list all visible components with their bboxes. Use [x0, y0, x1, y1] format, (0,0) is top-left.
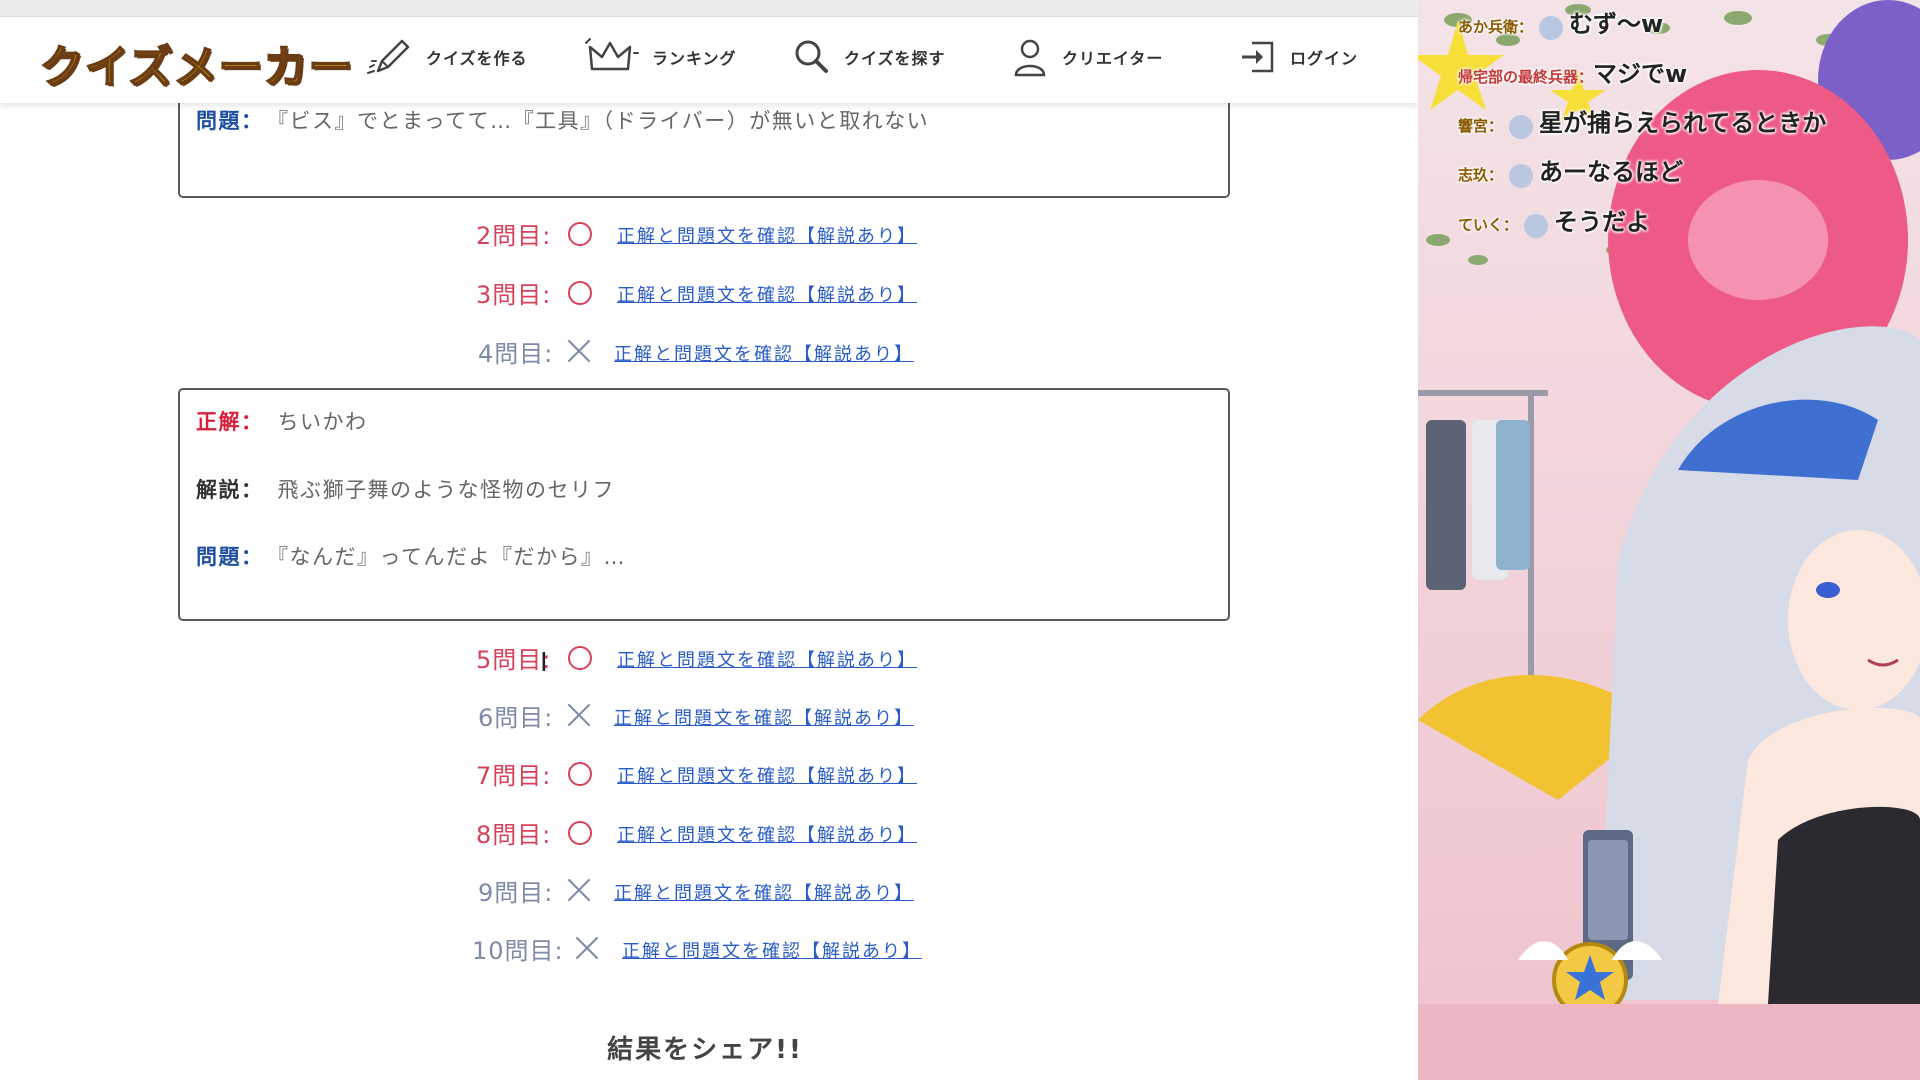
correct-circle-icon — [568, 762, 592, 786]
correct-circle-icon — [568, 646, 592, 670]
nav-creator[interactable]: クリエイター — [1010, 35, 1163, 79]
nav-ranking-label: ランキング — [652, 49, 737, 68]
chat-avatar — [1509, 163, 1534, 188]
question-number: 4問目: — [478, 340, 554, 368]
quiz-site-window: クイズメーカー クイズを作る ランキング クイズを探す クリエイター ログイン … — [0, 0, 1418, 1080]
chat-username: ていく： — [1458, 216, 1519, 234]
chat-avatar — [1524, 213, 1549, 238]
incorrect-cross-icon — [574, 935, 600, 961]
chat-username: あか兵衛： — [1458, 18, 1534, 36]
chat-message: 響宮： 星が捕らえられてるときか — [1458, 103, 1826, 139]
check-answer-link[interactable]: 正解と問題文を確認【解説あり】 — [614, 704, 914, 730]
chat-text: マジでw — [1593, 60, 1688, 88]
nav-create-quiz-label: クイズを作る — [426, 49, 528, 68]
check-answer-link[interactable]: 正解と問題文を確認【解説あり】 — [614, 879, 914, 905]
text-cursor-icon: I — [540, 648, 548, 678]
chat-text: 星が捕らえられてるときか — [1539, 109, 1827, 137]
chat-message: ていく： そうだよ — [1458, 202, 1650, 238]
result-row-3: 3問目: 正解と問題文を確認【解説あり】 — [0, 275, 1418, 311]
check-answer-link[interactable]: 正解と問題文を確認【解説あり】 — [614, 340, 914, 366]
chat-message: あか兵衛： むず～w — [1458, 4, 1663, 40]
nav-find-quiz[interactable]: クイズを探す — [792, 35, 946, 79]
nav-ranking[interactable]: ランキング — [584, 35, 737, 79]
question-number: 10問目: — [472, 937, 564, 965]
question-row: 問題： 『ビス』でとまってて…『工具』（ドライバー）が無いと取れない — [196, 105, 929, 135]
chat-message: 帰宅部の最終兵器：マジでw — [1458, 54, 1687, 89]
check-answer-link[interactable]: 正解と問題文を確認【解説あり】 — [617, 222, 917, 248]
chat-message: 志玖： あーなるほど — [1458, 152, 1683, 188]
nav-login-label: ログイン — [1290, 49, 1359, 68]
chat-username: 志玖： — [1458, 166, 1504, 184]
result-row-4: 4問目: 正解と問題文を確認【解説あり】 — [0, 334, 1418, 370]
question-label: 問題： — [196, 109, 264, 133]
share-results-heading[interactable]: 結果をシェア!! — [0, 1029, 1410, 1066]
chat-avatar — [1509, 114, 1534, 139]
result-row-7: 7問目: 正解と問題文を確認【解説あり】 — [0, 756, 1418, 792]
question-number: 7問目: — [476, 762, 552, 790]
result-row-6: 6問目: 正解と問題文を確認【解説あり】 — [0, 698, 1418, 734]
check-answer-link[interactable]: 正解と問題文を確認【解説あり】 — [622, 937, 922, 963]
correct-circle-icon — [568, 281, 592, 305]
incorrect-cross-icon — [566, 338, 592, 364]
result-row-10: 10問目: 正解と問題文を確認【解説あり】 — [0, 931, 1418, 967]
chat-text: むず～w — [1569, 10, 1664, 38]
question-number: 6問目: — [478, 704, 554, 732]
question-row: 問題： 『なんだ』ってんだよ『だから』… — [196, 541, 626, 571]
question-number: 2問目: — [476, 222, 552, 250]
check-answer-link[interactable]: 正解と問題文を確認【解説あり】 — [617, 821, 917, 847]
chat-username: 響宮： — [1458, 117, 1504, 135]
stream-overlay: あか兵衛： むず～w 帰宅部の最終兵器：マジでw 響宮： 星が捕らえられてるときか … — [1418, 0, 1920, 1080]
question-label: 問題： — [196, 545, 264, 569]
explanation-text: 飛ぶ獅子舞のような怪物のセリフ — [277, 478, 615, 502]
search-icon — [795, 40, 828, 73]
incorrect-cross-icon — [566, 702, 592, 728]
explanation-row: 解説： 飛ぶ獅子舞のような怪物のセリフ — [196, 474, 615, 504]
nav-create-quiz[interactable]: クイズを作る — [366, 35, 528, 79]
chat-text: そうだよ — [1554, 208, 1651, 236]
detail-box-q1: 問題： 『ビス』でとまってて…『工具』（ドライバー）が無いと取れない — [178, 93, 1230, 198]
result-row-8: 8問目: 正解と問題文を確認【解説あり】 — [0, 815, 1418, 851]
results-content: 問題： 『ビス』でとまってて…『工具』（ドライバー）が無いと取れない 2問目: 正… — [0, 93, 1418, 1080]
incorrect-cross-icon — [566, 877, 592, 903]
nav-find-quiz-label: クイズを探す — [844, 49, 946, 68]
nav-creator-label: クリエイター — [1062, 49, 1164, 68]
crown-icon — [585, 38, 639, 71]
detail-box-q4: 正解： ちいかわ 解説： 飛ぶ獅子舞のような怪物のセリフ 問題： 『なんだ』ってんだよ… — [178, 388, 1230, 621]
explanation-label: 解説： — [196, 478, 264, 502]
result-row-9: 9問目: 正解と問題文を確認【解説あり】 — [0, 873, 1418, 909]
question-text: 『なんだ』ってんだよ『だから』… — [277, 545, 626, 569]
answer-label: 正解： — [196, 410, 264, 434]
check-answer-link[interactable]: 正解と問題文を確認【解説あり】 — [617, 646, 917, 672]
check-answer-link[interactable]: 正解と問題文を確認【解説あり】 — [617, 762, 917, 788]
question-text: 『ビス』でとまってて…『工具』（ドライバー）が無いと取れない — [277, 109, 930, 133]
nav-login[interactable]: ログイン — [1238, 35, 1358, 79]
site-header: クイズメーカー クイズを作る ランキング クイズを探す クリエイター ログイン — [0, 17, 1418, 103]
chat-username: 帰宅部の最終兵器： — [1458, 68, 1594, 86]
correct-circle-icon — [568, 821, 592, 845]
question-number: 8問目: — [476, 821, 552, 849]
question-number: 9問目: — [478, 879, 554, 907]
desk-surface — [1418, 1004, 1920, 1080]
chat-avatar — [1539, 15, 1564, 40]
answer-row: 正解： ちいかわ — [196, 406, 368, 436]
check-answer-link[interactable]: 正解と問題文を確認【解説あり】 — [617, 281, 917, 307]
result-row-5: 5問目: 正解と問題文を確認【解説あり】 — [0, 640, 1418, 676]
user-icon — [1014, 39, 1046, 77]
answer-text: ちいかわ — [277, 410, 368, 434]
browser-top-edge — [0, 0, 1418, 17]
login-icon — [1242, 41, 1274, 73]
correct-circle-icon — [568, 222, 592, 246]
pen-icon — [367, 39, 410, 74]
chat-text: あーなるほど — [1539, 158, 1684, 186]
site-logo[interactable]: クイズメーカー — [39, 31, 354, 95]
result-row-2: 2問目: 正解と問題文を確認【解説あり】 — [0, 216, 1418, 252]
question-number: 3問目: — [476, 281, 552, 309]
